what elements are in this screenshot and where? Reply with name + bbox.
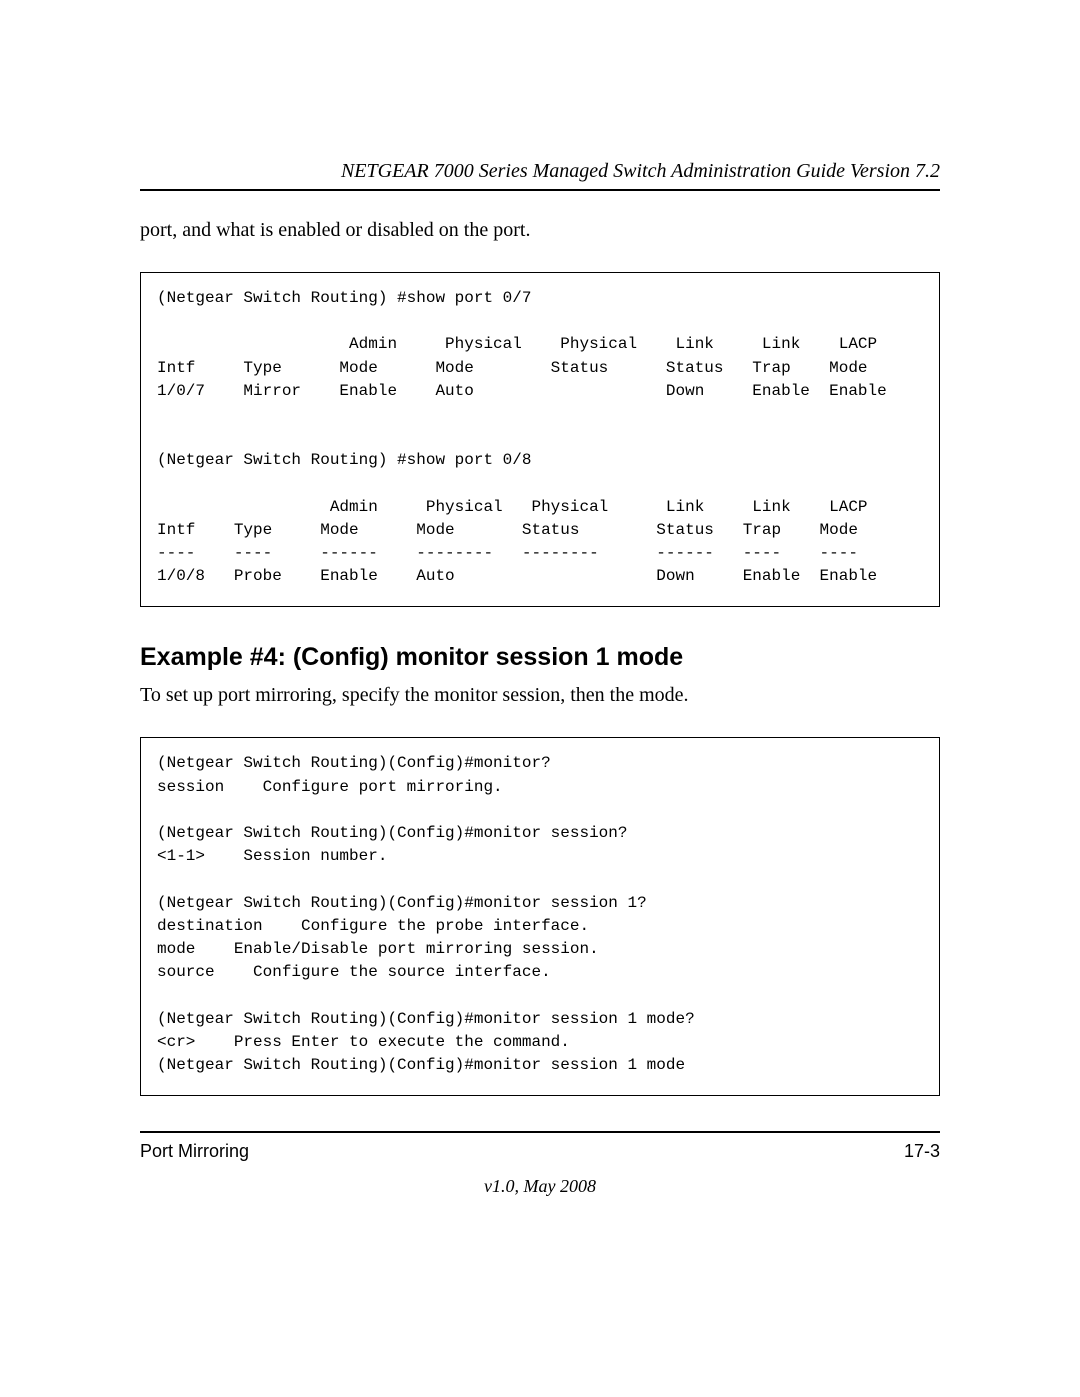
page-footer: Port Mirroring 17-3 v1.0, May 2008	[140, 1131, 940, 1197]
code-block-monitor-session: (Netgear Switch Routing)(Config)#monitor…	[140, 737, 940, 1096]
example4-heading: Example #4: (Config) monitor session 1 m…	[140, 643, 940, 672]
header-rule	[140, 189, 940, 191]
footer-row: Port Mirroring 17-3	[140, 1141, 940, 1162]
page: NETGEAR 7000 Series Managed Switch Admin…	[0, 0, 1080, 1397]
footer-section: Port Mirroring	[140, 1141, 249, 1162]
footer-version: v1.0, May 2008	[140, 1176, 940, 1197]
example4-text: To set up port mirroring, specify the mo…	[140, 682, 940, 709]
footer-page-number: 17-3	[904, 1141, 940, 1162]
footer-rule	[140, 1131, 940, 1133]
code-block-show-port: (Netgear Switch Routing) #show port 0/7 …	[140, 272, 940, 607]
running-header: NETGEAR 7000 Series Managed Switch Admin…	[140, 160, 940, 183]
intro-paragraph: port, and what is enabled or disabled on…	[140, 217, 940, 244]
